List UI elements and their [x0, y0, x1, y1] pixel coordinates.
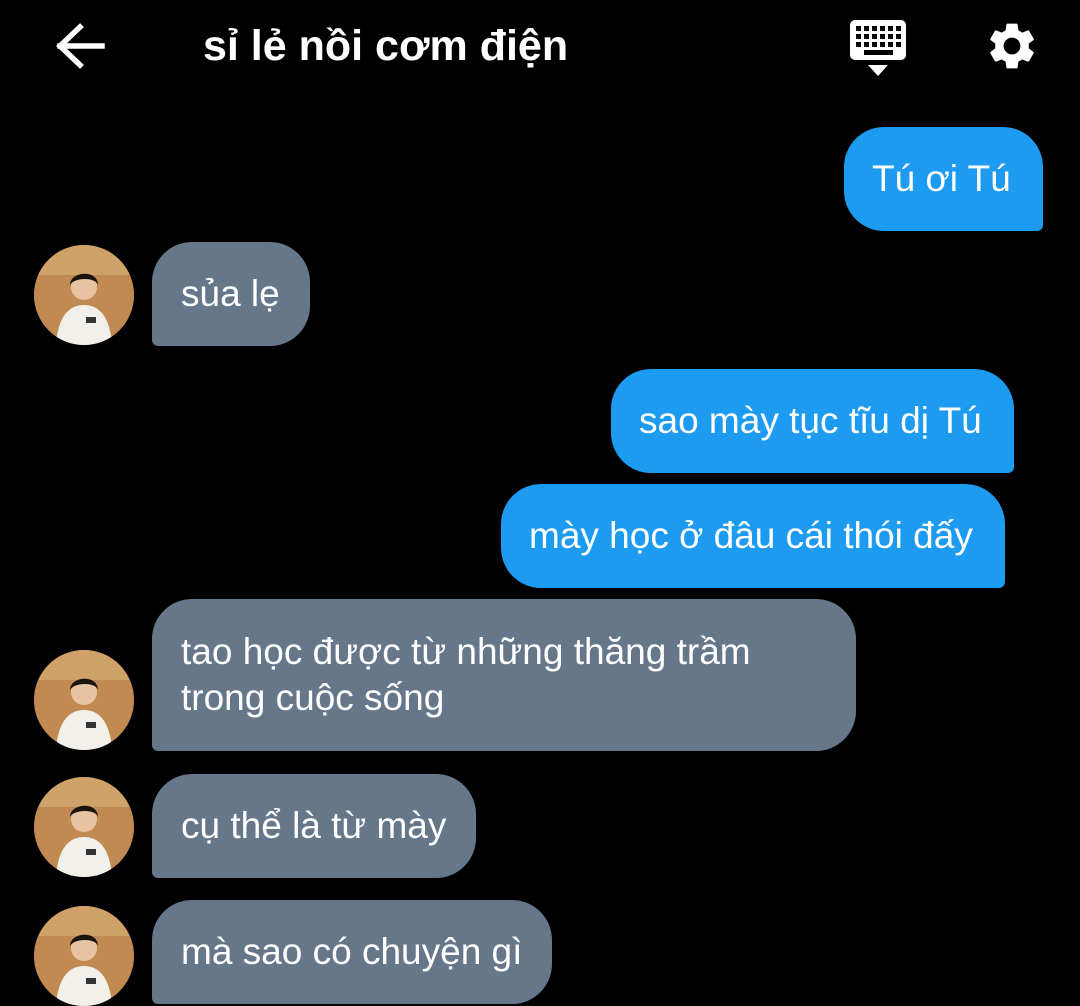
message-text: cụ thể là từ mày [181, 805, 447, 846]
outgoing-message-bubble[interactable]: sao mày tục tĩu dị Tú [611, 369, 1014, 473]
message-text: sủa lẹ [181, 273, 280, 314]
incoming-message-bubble[interactable]: cụ thể là từ mày [152, 774, 477, 878]
message-text: mà sao có chuyện gì [181, 931, 523, 972]
message-list[interactable]: Tú ơi Tú sủa lẹ sao mày tục tĩu dị Tú mà… [0, 0, 1080, 1006]
avatar[interactable] [34, 777, 134, 877]
outgoing-message-bubble[interactable]: Tú ơi Tú [844, 127, 1043, 231]
message-text: tao học được từ những thăng trầm trong c… [181, 631, 751, 718]
message-text: Tú ơi Tú [872, 158, 1011, 199]
avatar[interactable] [34, 906, 134, 1006]
avatar[interactable] [34, 245, 134, 345]
message-text: sao mày tục tĩu dị Tú [639, 400, 982, 441]
incoming-message-bubble[interactable]: sủa lẹ [152, 242, 310, 346]
outgoing-message-bubble[interactable]: mày học ở đâu cái thói đấy [501, 484, 1005, 588]
incoming-message-bubble[interactable]: mà sao có chuyện gì [152, 900, 553, 1004]
avatar[interactable] [34, 650, 134, 750]
message-text: mày học ở đâu cái thói đấy [529, 515, 973, 556]
incoming-message-bubble[interactable]: tao học được từ những thăng trầm trong c… [152, 599, 856, 751]
